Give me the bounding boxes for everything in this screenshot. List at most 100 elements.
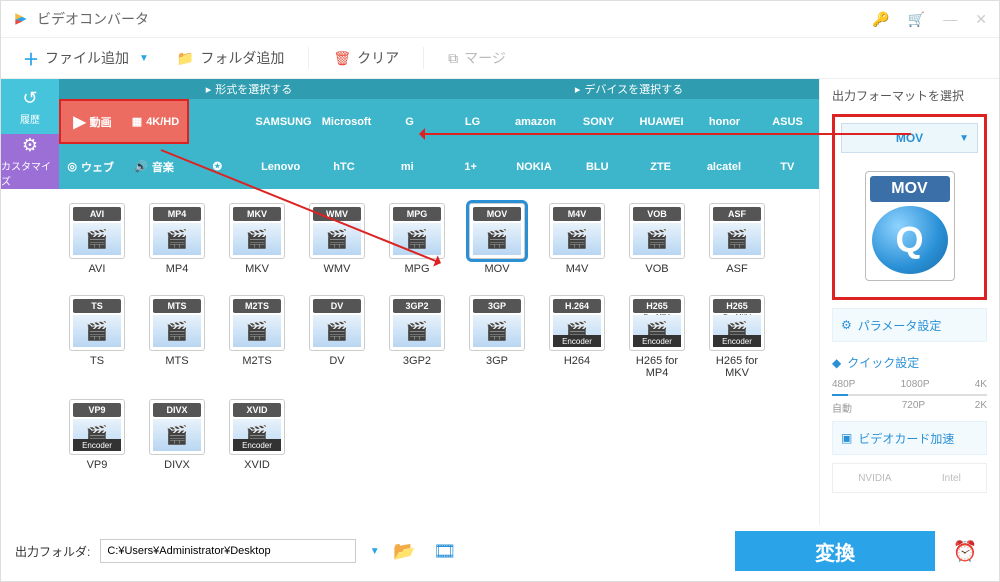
format-3gp[interactable]: 3GP🎬3GP <box>469 295 525 379</box>
add-file-button[interactable]: ＋ ファイル追加 ▼ <box>13 42 159 74</box>
brand-xiaomi[interactable]: mi <box>376 144 439 189</box>
category-4k-hd[interactable]: ▦4K/HD <box>124 99 189 144</box>
category-web[interactable]: ◎ウェブ <box>59 144 122 189</box>
brand-oneplus[interactable]: 1+ <box>439 144 502 189</box>
customize-label: カスタマイズ <box>1 158 59 188</box>
titlebar: ビデオコンバータ 🔑 🛒 — ✕ <box>1 1 999 37</box>
format-label: MP4 <box>166 263 189 275</box>
format-label: ASF <box>726 263 747 275</box>
add-file-label: ファイル追加 <box>45 48 129 68</box>
gpu-accel-button[interactable]: ▣ ビデオカード加速 <box>832 421 987 455</box>
format-asf[interactable]: ASF🎬ASF <box>709 203 765 275</box>
footer: 出力フォルダ: ▼ 📂 🎞 変換 ⏰ <box>15 531 985 571</box>
brand-alcatel[interactable]: alcatel <box>692 144 755 189</box>
folder-filmstrip-icon[interactable]: 🎞 <box>430 541 460 562</box>
format-label: AVI <box>89 263 106 275</box>
format-label: M2TS <box>242 355 271 367</box>
merge-icon: ⧉ <box>448 50 458 67</box>
format-mov[interactable]: MOV🎬MOV <box>469 203 525 275</box>
output-format-title: 出力フォーマットを選択 <box>832 87 987 104</box>
format-dv[interactable]: DV🎬DV <box>309 295 365 379</box>
slider-icon: ⚙ <box>841 318 852 332</box>
brand-tv[interactable]: TV <box>756 144 819 189</box>
add-folder-button[interactable]: 📁 フォルダ追加 <box>167 44 294 72</box>
format-ts[interactable]: TS🎬TS <box>69 295 125 379</box>
brand-blu[interactable]: BLU <box>566 144 629 189</box>
format-label: MTS <box>165 355 188 367</box>
center-panel: ▸ 形式を選択する ▸ デバイスを選択する ▶動画 ▦4K/HD SAMSUNG… <box>59 79 819 525</box>
brand-nokia[interactable]: NOKIA <box>502 144 565 189</box>
tab-format[interactable]: ▸ 形式を選択する <box>59 79 439 99</box>
hd-icon: ▦ <box>132 115 142 128</box>
format-3gp2[interactable]: 3GP2🎬3GP2 <box>389 295 445 379</box>
cart-icon[interactable]: 🛒 <box>908 11 925 28</box>
format-label: H265 for MKV <box>709 355 765 379</box>
right-panel: 出力フォーマットを選択 MOV MOV Q ⚙ パラメータ設定 ◆ クイック設定 <box>819 79 999 525</box>
brand-microsoft[interactable]: Microsoft <box>315 99 378 144</box>
brand-asus[interactable]: ASUS <box>756 99 819 144</box>
format-mkv[interactable]: MKV🎬MKV <box>229 203 285 275</box>
left-sidebar: ↺ 履歴 ⚙ カスタマイズ <box>1 79 59 525</box>
brand-amazon[interactable]: amazon <box>504 99 567 144</box>
history-icon: ↺ <box>22 88 37 109</box>
format-label: VOB <box>645 263 668 275</box>
format-h265-for-mkv[interactable]: H265For MKV🎬EncoderH265 for MKV <box>709 295 765 379</box>
output-folder-field[interactable] <box>100 539 355 563</box>
brand-honor[interactable]: honor <box>693 99 756 144</box>
format-m2ts[interactable]: M2TS🎬M2TS <box>229 295 285 379</box>
parameter-settings-button[interactable]: ⚙ パラメータ設定 <box>832 308 987 342</box>
separator <box>423 47 424 69</box>
brand-sony[interactable]: SONY <box>567 99 630 144</box>
separator <box>308 47 309 69</box>
clear-button[interactable]: 🗑 クリア <box>323 44 409 72</box>
category-row-1: ▶動画 ▦4K/HD SAMSUNG Microsoft G LG amazon… <box>59 99 819 144</box>
brand-huawei[interactable]: HUAWEI <box>630 99 693 144</box>
format-h265-for-mp4[interactable]: H265For MP4🎬EncoderH265 for MP4 <box>629 295 685 379</box>
path-dropdown-icon[interactable]: ▼ <box>370 546 380 557</box>
format-avi[interactable]: AVI🎬AVI <box>69 203 125 275</box>
brand-google[interactable]: G <box>378 99 441 144</box>
annotation-arrow-1 <box>421 133 911 135</box>
add-folder-label: フォルダ追加 <box>200 48 284 68</box>
format-h264[interactable]: H.264🎬EncoderH264 <box>549 295 605 379</box>
category-row-2: ◎ウェブ 🔊音楽 ✪ Lenovo hTC mi 1+ NOKIA BLU ZT… <box>59 144 819 189</box>
format-label: WMV <box>324 263 351 275</box>
merge-label: マージ <box>464 48 506 68</box>
output-format-select[interactable]: MOV <box>841 123 978 153</box>
close-button[interactable]: ✕ <box>975 11 987 28</box>
clear-label: クリア <box>357 48 399 68</box>
diamond-icon: ◆ <box>832 356 841 370</box>
merge-button[interactable]: ⧉ マージ <box>438 44 516 72</box>
sidebar-tab-customize[interactable]: ⚙ カスタマイズ <box>1 134 59 189</box>
alarm-button[interactable]: ⏰ <box>945 531 985 571</box>
chevron-down-icon: ▼ <box>139 53 149 64</box>
format-vp9[interactable]: VP9🎬EncoderVP9 <box>69 399 125 471</box>
sidebar-tab-history[interactable]: ↺ 履歴 <box>1 79 59 134</box>
convert-button[interactable]: 変換 <box>735 531 935 571</box>
tab-device[interactable]: ▸ デバイスを選択する <box>439 79 819 99</box>
brand-apple[interactable] <box>189 99 252 144</box>
category-audio[interactable]: 🔊音楽 <box>122 144 185 189</box>
format-label: DV <box>329 355 344 367</box>
brand-lg[interactable]: LG <box>441 99 504 144</box>
brand-samsung[interactable]: SAMSUNG <box>252 99 315 144</box>
brand-htc[interactable]: hTC <box>312 144 375 189</box>
format-mp4[interactable]: MP4🎬MP4 <box>149 203 205 275</box>
output-format-box: MOV MOV Q <box>832 114 987 300</box>
intel-label: Intel <box>942 473 961 484</box>
category-video[interactable]: ▶動画 <box>59 99 124 144</box>
minimize-button[interactable]: — <box>943 11 957 27</box>
format-divx[interactable]: DIVX🎬DIVX <box>149 399 205 471</box>
brand-lenovo[interactable]: Lenovo <box>249 144 312 189</box>
format-m4v[interactable]: M4V🎬M4V <box>549 203 605 275</box>
open-folder-button[interactable]: 📂 <box>390 541 420 562</box>
format-mts[interactable]: MTS🎬MTS <box>149 295 205 379</box>
resolution-slider[interactable]: 480P1080P4K 自動720P2K <box>832 379 987 413</box>
format-xvid[interactable]: XVID🎬EncoderXVID <box>229 399 285 471</box>
key-icon[interactable]: 🔑 <box>872 11 889 28</box>
format-label: DIVX <box>164 459 190 471</box>
format-grid: AVI🎬AVIMP4🎬MP4MKV🎬MKVWMV🎬WMVMPG🎬MPGMOV🎬M… <box>59 189 819 485</box>
format-vob[interactable]: VOB🎬VOB <box>629 203 685 275</box>
output-folder-input[interactable] <box>100 539 355 563</box>
brand-zte[interactable]: ZTE <box>629 144 692 189</box>
